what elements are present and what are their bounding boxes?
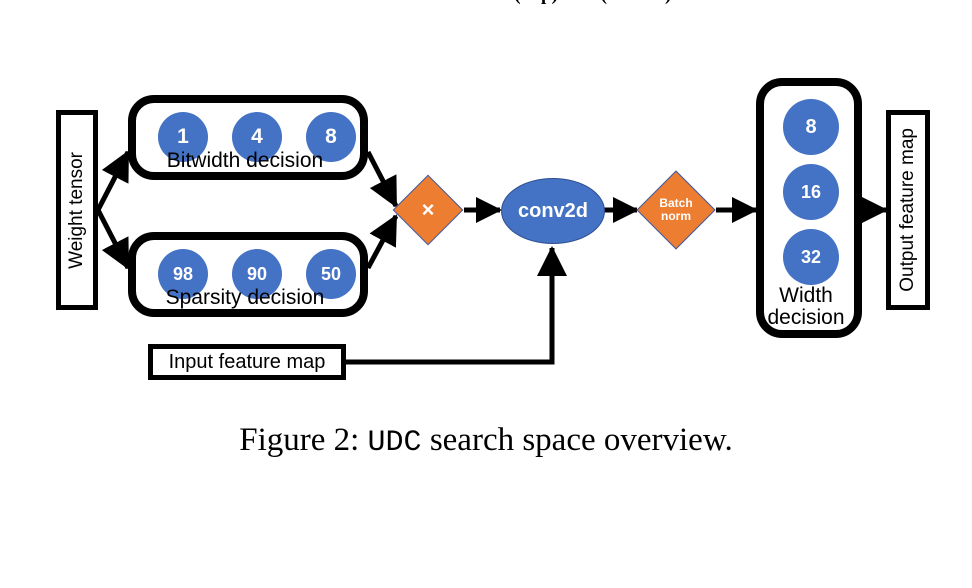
width-decision-label-line2: decision <box>767 305 845 329</box>
caption-prefix: Figure 2: <box>239 422 360 458</box>
conv2d-node: conv2d <box>501 178 605 244</box>
batchnorm-diamond <box>636 170 716 250</box>
sparsity-option-1-value: 90 <box>246 263 268 284</box>
width-decision-label: Width decision <box>764 285 848 328</box>
clipped-text-remnant: 2 (Top) . . . . (bottom) <box>0 0 972 10</box>
figure-canvas: 2 (Top) . . . . (bottom) <box>0 0 972 588</box>
bitwidth-decision-box[interactable]: 1 4 8 Bitwidth decision <box>128 95 368 180</box>
sparsity-option-0-value: 98 <box>172 263 194 284</box>
clipped-text-fragment: 2 (Top) . . . . (bottom) <box>500 0 671 6</box>
arrow-bitwidth-to-multiply <box>365 150 399 208</box>
bitwidth-option-2-value: 8 <box>325 125 337 148</box>
arrow-sparsity-to-multiply <box>365 214 399 270</box>
width-option-1-value: 16 <box>800 181 822 202</box>
arrow-weight-to-sparsity <box>95 208 131 270</box>
weight-tensor-box: Weight tensor <box>56 110 98 310</box>
sparsity-decision-label: Sparsity decision <box>165 285 325 309</box>
width-option-0[interactable]: 8 <box>783 99 839 155</box>
width-option-0-value: 8 <box>805 115 817 138</box>
caption-rest: search space overview. <box>429 422 733 458</box>
conv2d-label: conv2d <box>517 199 589 222</box>
figure-caption: Figure 2: UDC search space overview. <box>0 422 972 460</box>
arrow-input-to-conv2d <box>345 245 567 365</box>
width-option-1[interactable]: 16 <box>783 164 839 220</box>
width-option-2[interactable]: 32 <box>783 229 839 285</box>
width-decision-box[interactable]: 8 16 32 Width decision <box>756 78 862 338</box>
width-option-2-value: 32 <box>800 246 822 267</box>
sparsity-decision-box[interactable]: 98 90 50 Sparsity decision <box>128 232 368 317</box>
weight-tensor-label: Weight tensor <box>66 151 87 269</box>
output-feature-map-box: Output feature map <box>886 110 930 310</box>
width-decision-label-line1: Width <box>779 284 833 308</box>
bitwidth-option-0-value: 1 <box>177 125 189 148</box>
bitwidth-option-1-value: 4 <box>251 125 263 148</box>
bitwidth-decision-label: Bitwidth decision <box>166 148 324 172</box>
multiply-diamond <box>392 174 464 246</box>
input-feature-map-label: Input feature map <box>168 350 326 373</box>
caption-acronym: UDC <box>367 426 422 460</box>
input-feature-map-box: Input feature map <box>148 344 346 380</box>
output-feature-map-label: Output feature map <box>897 128 918 292</box>
arrow-weight-to-bitwidth <box>95 150 131 212</box>
sparsity-option-2-value: 50 <box>320 263 342 284</box>
